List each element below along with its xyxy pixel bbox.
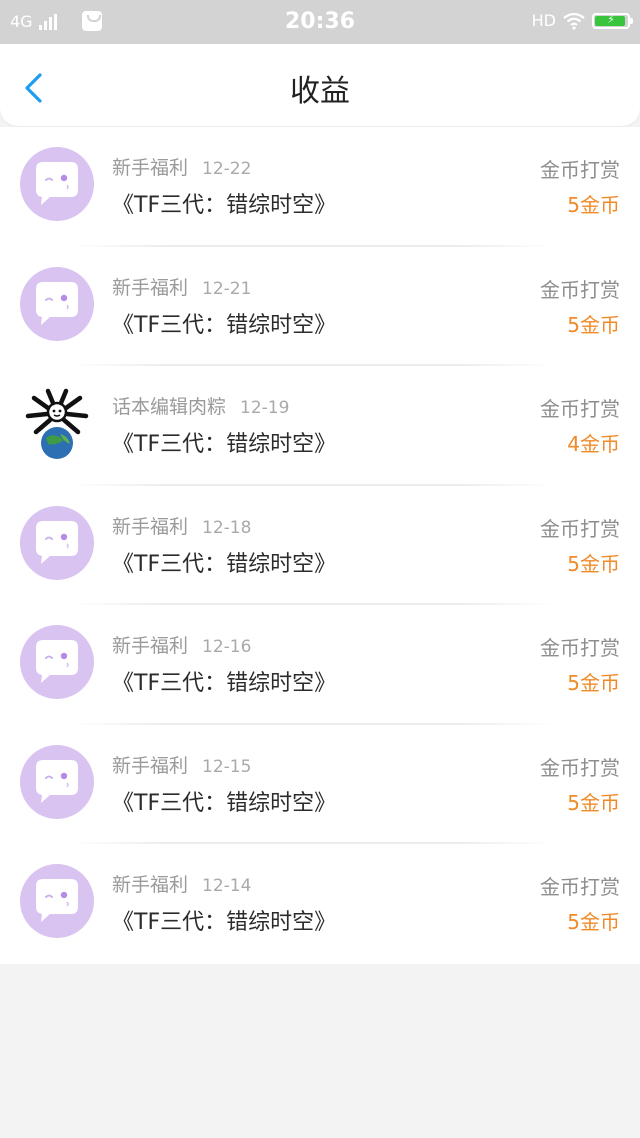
- hd-indicator: HD: [531, 11, 556, 30]
- item-date: 12-18: [202, 517, 252, 538]
- source-name: 话本编辑肉粽: [112, 396, 227, 418]
- item-source: 话本编辑肉粽 12-19: [112, 392, 289, 419]
- source-name: 新手福利: [112, 515, 189, 538]
- meme-avatar: [20, 386, 94, 460]
- chat-bubble-icon: [36, 640, 78, 683]
- source-name: 新手福利: [112, 635, 189, 657]
- item-type: 金币打赏: [540, 516, 620, 541]
- chat-bubble-avatar: [20, 625, 94, 699]
- item-source: 新手福利 12-15: [112, 751, 251, 778]
- item-source: 新手福利 12-18: [112, 512, 251, 539]
- page-title: 收益: [290, 74, 350, 109]
- chat-bubble-avatar: [20, 505, 94, 580]
- chat-bubble-icon: [36, 879, 78, 922]
- earnings-list: 新手福利 12-22 《TF三代：错综时空》 金币打赏 5金币 新手福利 12-21…: [0, 127, 640, 964]
- list-item[interactable]: 新手福利 12-16 《TF三代：错综时空》 金币打赏 5金币: [0, 605, 640, 725]
- item-source: 新手福利 12-14: [112, 870, 251, 897]
- item-type: 金币打赏: [540, 875, 620, 899]
- list-item[interactable]: 新手福利 12-22 《TF三代：错综时空》 金币打赏 5金币: [0, 127, 640, 247]
- item-title: 《TF三代：错综时空》: [112, 312, 337, 338]
- item-amount: 5金币: [567, 910, 620, 934]
- header: 收益: [0, 44, 640, 126]
- item-title: 《TF三代：错综时空》: [112, 910, 337, 935]
- chat-bubble-icon: [36, 759, 78, 803]
- source-name: 新手福利: [112, 874, 189, 896]
- chat-bubble-avatar: [20, 147, 94, 221]
- item-amount: 4金币: [567, 432, 620, 456]
- item-type: 金币打赏: [540, 636, 620, 660]
- item-date: 12-19: [240, 398, 290, 418]
- list-item[interactable]: 新手福利 12-21 《TF三代：错综时空》 金币打赏 5金币: [0, 247, 640, 366]
- item-title: 《TF三代：错综时空》: [112, 193, 337, 218]
- item-amount: 5金币: [567, 193, 620, 217]
- list-item[interactable]: 新手福利 12-18 《TF三代：错综时空》 金币打赏 5金币: [0, 486, 640, 605]
- chat-bubble-avatar: [20, 266, 94, 341]
- list-item[interactable]: 新手福利 12-15 《TF三代：错综时空》 金币打赏 5金币: [0, 725, 640, 844]
- status-right: HD ⚡: [531, 11, 633, 30]
- meme-avatar-icon: [25, 388, 89, 459]
- item-date: 12-22: [202, 159, 252, 179]
- source-name: 新手福利: [112, 754, 189, 777]
- item-amount: 5金币: [567, 312, 620, 337]
- chat-bubble-avatar: [20, 864, 94, 938]
- source-name: 新手福利: [112, 276, 189, 299]
- item-source: 新手福利 12-21: [112, 273, 251, 300]
- item-date: 12-15: [202, 756, 252, 777]
- battery-icon: ⚡: [592, 12, 633, 29]
- item-type: 金币打赏: [540, 158, 620, 182]
- status-bar: 4G 20:36 HD ⚡: [0, 0, 640, 44]
- item-title: 《TF三代：错综时空》: [112, 790, 337, 816]
- item-type: 金币打赏: [540, 755, 620, 780]
- item-type: 金币打赏: [540, 277, 620, 302]
- chat-bubble-icon: [36, 281, 78, 325]
- item-date: 12-16: [202, 637, 252, 657]
- item-title: 《TF三代：错综时空》: [112, 671, 337, 696]
- wifi-icon: [563, 12, 585, 30]
- item-amount: 5金币: [567, 671, 620, 695]
- chat-bubble-avatar: [20, 744, 94, 819]
- item-amount: 5金币: [567, 790, 620, 815]
- source-name: 新手福利: [112, 157, 189, 179]
- item-date: 12-14: [202, 876, 252, 896]
- item-type: 金币打赏: [540, 397, 620, 421]
- chat-bubble-icon: [36, 162, 78, 205]
- item-date: 12-21: [202, 278, 252, 299]
- item-source: 新手福利 12-22: [112, 153, 251, 180]
- item-source: 新手福利 12-16: [112, 631, 251, 658]
- item-title: 《TF三代：错综时空》: [112, 551, 337, 577]
- item-title: 《TF三代：错综时空》: [112, 432, 337, 457]
- list-item[interactable]: 新手福利 12-14 《TF三代：错综时空》 金币打赏 5金币: [0, 844, 640, 964]
- list-item[interactable]: 话本编辑肉粽 12-19 《TF三代：错综时空》 金币打赏 4金币: [0, 366, 640, 486]
- item-amount: 5金币: [567, 551, 620, 576]
- chat-bubble-icon: [36, 520, 78, 564]
